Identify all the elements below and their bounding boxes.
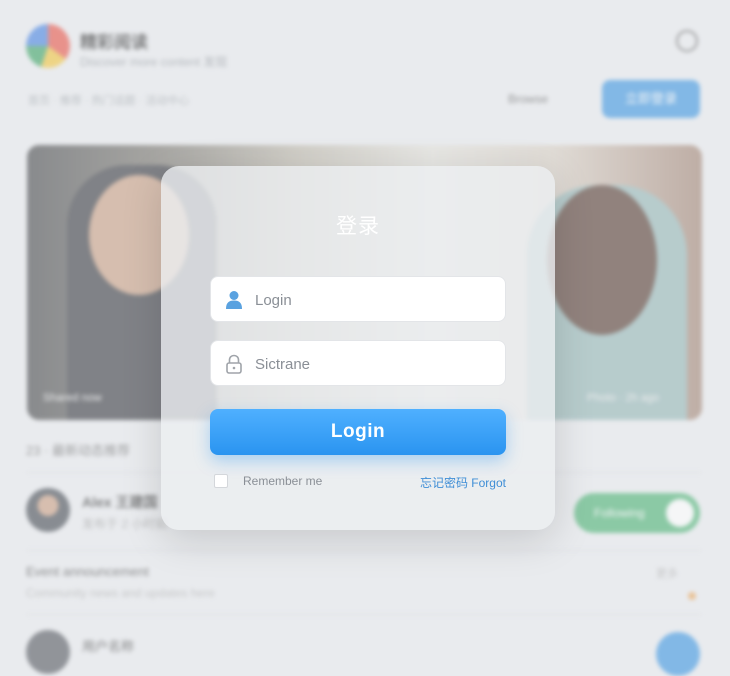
lock-icon <box>226 354 242 374</box>
follow-toggle-label: Following <box>594 506 645 520</box>
app-title: 精彩阅读 <box>80 33 148 52</box>
user-icon <box>226 291 242 309</box>
header-login-button: 立即登录 <box>602 80 700 118</box>
browse-link: Browse <box>508 92 549 106</box>
feed-item-subtitle: Community news and updates here <box>26 586 215 600</box>
divider <box>26 614 702 615</box>
follow-toggle: Following <box>574 493 700 533</box>
username-field[interactable] <box>210 276 506 323</box>
more-link: 更多 <box>656 568 678 580</box>
feed-item-meta: 发布于 2 小时前 <box>82 517 168 531</box>
feed-item-name: 用户名称 <box>82 639 135 654</box>
login-title: 登录 <box>336 215 380 238</box>
photo-caption-left: Shared now <box>43 392 102 404</box>
login-button[interactable]: Login <box>210 409 506 455</box>
app-subtitle: Discover more content 发现 <box>80 55 228 69</box>
floating-action-button <box>656 632 700 676</box>
avatar <box>26 630 70 674</box>
feed-item-title: Event announcement <box>26 564 149 579</box>
login-modal: 登录 Login Remember me 忘记密码 Forgot <box>161 166 555 530</box>
nav-text: 首页 · 推荐 · 热门话题 · 活动中心 <box>28 95 190 107</box>
username-input[interactable] <box>253 277 497 323</box>
settings-icon <box>676 30 698 52</box>
photo-caption-right: Photo · 2h ago <box>587 392 660 404</box>
feed-item-name: Alex 王建国 <box>82 494 158 510</box>
person-right-head <box>547 185 657 335</box>
remember-checkbox[interactable] <box>214 474 228 488</box>
divider <box>26 550 702 551</box>
remember-label: Remember me <box>243 474 323 488</box>
toggle-knob <box>666 499 694 527</box>
avatar <box>26 488 70 532</box>
app-logo <box>26 24 70 68</box>
forgot-password-link[interactable]: 忘记密码 Forgot <box>420 474 506 491</box>
password-input[interactable] <box>253 341 497 387</box>
section-label: 23 · 最新动态推荐 <box>26 443 131 458</box>
notification-dot <box>688 592 696 600</box>
password-field[interactable] <box>210 340 506 387</box>
